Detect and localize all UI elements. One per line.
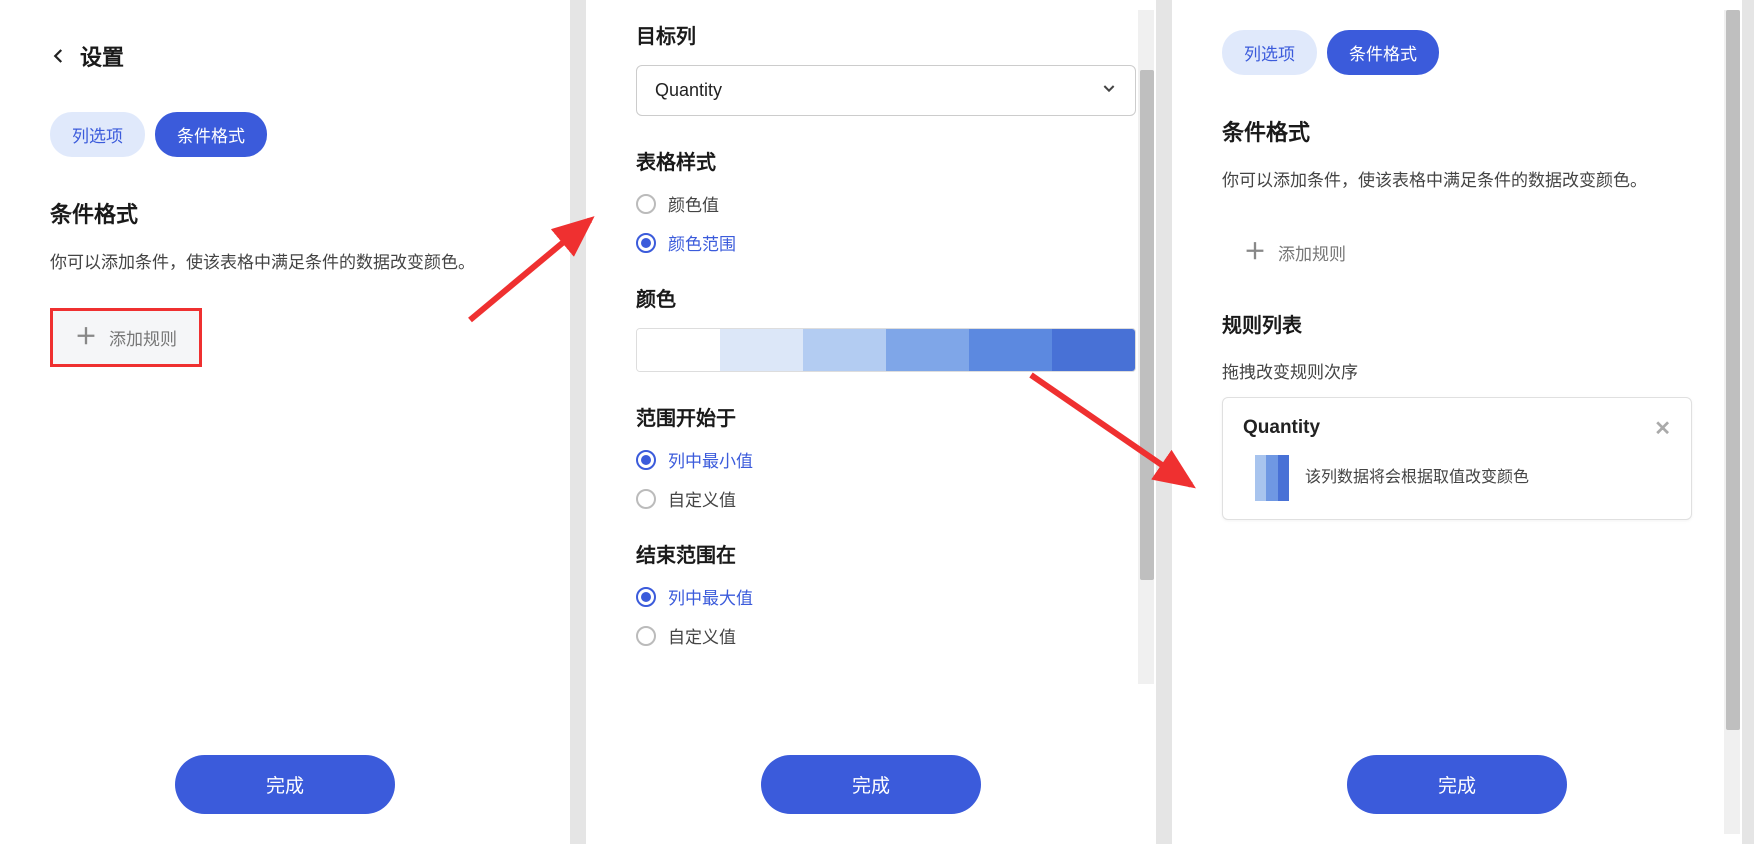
plus-icon: ＋ [1244,241,1266,263]
section-desc: 你可以添加条件，使该表格中满足条件的数据改变颜色。 [1222,167,1692,196]
rule-list-label: 规则列表 [1222,309,1692,338]
tab-conditional-format[interactable]: 条件格式 [1327,30,1439,75]
tab-column-options[interactable]: 列选项 [50,112,145,157]
table-style-radio-group: 颜色值 颜色范围 [636,191,1136,255]
radio-icon [636,450,656,470]
color-label: 颜色 [636,283,1136,312]
panel-rule-list: 列选项 条件格式 条件格式 你可以添加条件，使该表格中满足条件的数据改变颜色。 … [1172,0,1742,844]
color-step [1052,329,1135,371]
radio-range-end-max[interactable]: 列中最大值 [636,584,1136,609]
rule-gradient-preview [1243,455,1289,501]
color-step [720,329,803,371]
radio-icon [636,626,656,646]
panel-scroll[interactable]: 列选项 条件格式 条件格式 你可以添加条件，使该表格中满足条件的数据改变颜色。 … [1172,0,1742,735]
tabs: 列选项 条件格式 [1222,30,1692,75]
color-step [803,329,886,371]
radio-label: 自定义值 [668,486,736,511]
color-gradient-picker[interactable] [636,328,1136,372]
rule-card[interactable]: Quantity ✕ 该列数据将会根据取值改变颜色 [1222,397,1692,520]
add-rule-button[interactable]: ＋ 添加规则 [1222,226,1368,279]
rule-desc: 该列数据将会根据取值改变颜色 [1305,465,1529,491]
color-step [1255,455,1267,501]
radio-label: 列中最小值 [668,447,753,472]
rule-card-title: Quantity [1243,417,1320,439]
radio-icon [636,587,656,607]
table-style-label: 表格样式 [636,146,1136,175]
radio-icon [636,489,656,509]
radio-label: 列中最大值 [668,584,753,609]
radio-range-end-custom[interactable]: 自定义值 [636,623,1136,648]
header-title: 设置 [80,40,124,72]
tab-conditional-format[interactable]: 条件格式 [155,112,267,157]
range-start-label: 范围开始于 [636,402,1136,431]
plus-icon: ＋ [75,326,97,348]
add-rule-label: 添加规则 [1278,240,1346,265]
radio-label: 自定义值 [668,623,736,648]
scrollbar-thumb[interactable] [1726,10,1740,730]
color-step [969,329,1052,371]
color-step [637,329,720,371]
done-button[interactable]: 完成 [1347,755,1567,814]
target-column-select[interactable]: Quantity [636,65,1136,116]
close-icon[interactable]: ✕ [1654,416,1671,441]
add-rule-button[interactable]: ＋ 添加规则 [50,308,202,367]
done-button[interactable]: 完成 [761,755,981,814]
scrollbar-thumb[interactable] [1140,70,1154,580]
section-title: 条件格式 [1222,115,1692,147]
radio-color-value[interactable]: 颜色值 [636,191,1136,216]
panel-scroll: 设置 列选项 条件格式 条件格式 你可以添加条件，使该表格中满足条件的数据改变颜… [0,0,570,735]
color-step [1266,455,1278,501]
radio-label: 颜色值 [668,191,719,216]
tabs: 列选项 条件格式 [50,112,520,157]
radio-icon [636,194,656,214]
panel-settings: 设置 列选项 条件格式 条件格式 你可以添加条件，使该表格中满足条件的数据改变颜… [0,0,570,844]
range-end-radio-group: 列中最大值 自定义值 [636,584,1136,648]
footer: 完成 [0,735,570,844]
radio-range-start-custom[interactable]: 自定义值 [636,486,1136,511]
tab-column-options[interactable]: 列选项 [1222,30,1317,75]
radio-color-range[interactable]: 颜色范围 [636,230,1136,255]
color-step [1243,455,1255,501]
footer: 完成 [1172,735,1742,844]
section-title: 条件格式 [50,197,520,229]
done-button[interactable]: 完成 [175,755,395,814]
color-step [1278,455,1290,501]
target-column-label: 目标列 [636,20,1136,49]
add-rule-label: 添加规则 [109,325,177,350]
panel-scroll[interactable]: 目标列 Quantity 表格样式 颜色值 颜色范围 颜色 范围开始于 列中最小 [586,0,1156,735]
section-desc: 你可以添加条件，使该表格中满足条件的数据改变颜色。 [50,249,520,278]
drag-hint: 拖拽改变规则次序 [1222,358,1692,383]
range-start-radio-group: 列中最小值 自定义值 [636,447,1136,511]
panel-rule-config: 目标列 Quantity 表格样式 颜色值 颜色范围 颜色 范围开始于 列中最小 [586,0,1156,844]
color-step [886,329,969,371]
chevron-down-icon [1101,80,1117,101]
rule-card-body: 该列数据将会根据取值改变颜色 [1243,455,1671,501]
radio-label: 颜色范围 [668,230,736,255]
back-chevron-icon[interactable] [50,47,68,65]
range-end-label: 结束范围在 [636,539,1136,568]
radio-range-start-min[interactable]: 列中最小值 [636,447,1136,472]
select-value: Quantity [655,80,722,101]
radio-icon [636,233,656,253]
footer: 完成 [586,735,1156,844]
rule-card-header: Quantity ✕ [1243,416,1671,441]
header: 设置 [50,40,520,72]
